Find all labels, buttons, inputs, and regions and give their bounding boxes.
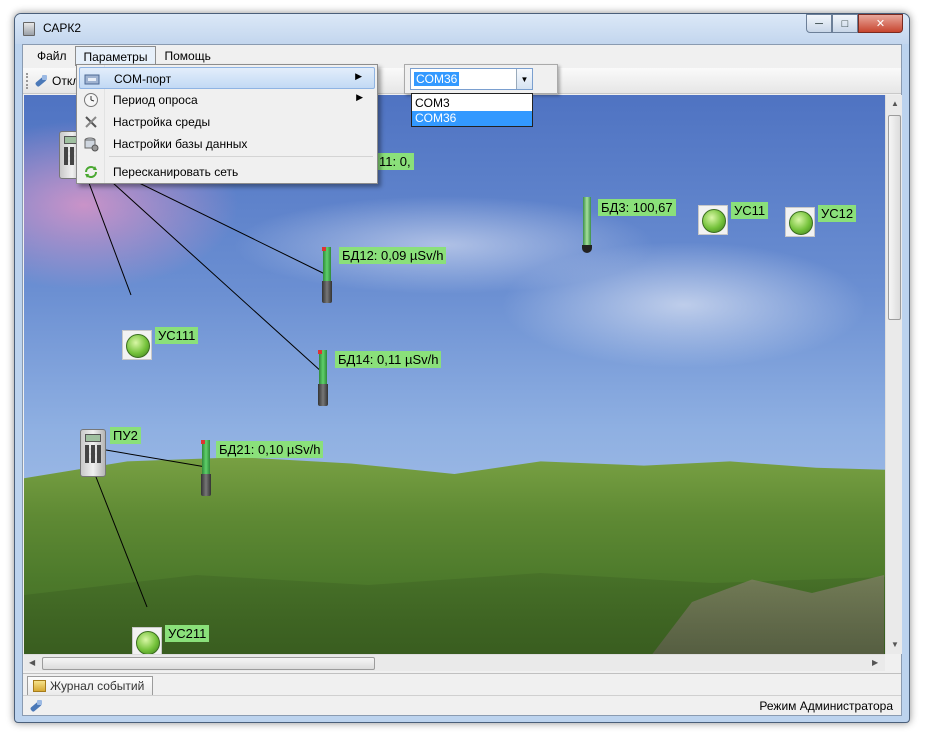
menu-item-environment-label: Настройка среды	[113, 115, 211, 129]
menu-parameters[interactable]: Параметры	[74, 46, 157, 66]
journal-icon	[33, 680, 46, 692]
label-us111: УС111	[155, 327, 199, 344]
com-port-option[interactable]: COM3	[412, 96, 532, 111]
link-pu2-us211	[95, 476, 148, 608]
label-pu2: ПУ2	[110, 427, 141, 444]
chevron-down-icon[interactable]: ▼	[516, 69, 532, 89]
close-button[interactable]: ✕	[858, 14, 903, 33]
link-pu1-bd14	[81, 154, 324, 374]
sensor-body	[583, 197, 591, 245]
minimize-button[interactable]: ─	[806, 14, 832, 33]
com-port-list: COM3 COM36	[411, 93, 533, 127]
scroll-up-arrow-icon[interactable]: ▲	[891, 99, 899, 108]
sensor-cap	[322, 247, 326, 251]
status-bar: Режим Администратора	[23, 695, 901, 715]
toolbar-grip[interactable]	[26, 73, 29, 89]
menu-item-environment[interactable]: Настройка среды	[79, 111, 375, 133]
label-us211: УС211	[165, 625, 210, 642]
sensor-body	[323, 247, 331, 281]
menu-item-database-label: Настройки базы данных	[113, 137, 248, 151]
bottom-tab-strip: Журнал событий	[23, 673, 901, 696]
app-icon	[23, 22, 35, 36]
menu-item-database[interactable]: Настройки базы данных	[79, 133, 375, 155]
horizontal-scroll-thumb[interactable]	[42, 657, 375, 670]
com-port-combobox[interactable]: COM36 ▼	[410, 68, 533, 90]
sensor-bd14[interactable]	[318, 350, 328, 406]
sensor-cap	[318, 350, 322, 354]
unit-disc	[126, 334, 150, 358]
unit-disc	[702, 209, 726, 233]
scroll-down-arrow-icon[interactable]: ▼	[891, 640, 899, 649]
horizontal-scrollbar[interactable]: ◀ ▶	[24, 654, 885, 671]
label-us12: УС12	[818, 205, 857, 222]
submenu-arrow-icon: ▶	[356, 92, 363, 102]
database-settings-icon	[83, 136, 99, 152]
connection-status-icon	[28, 698, 44, 714]
console-screen	[85, 434, 101, 442]
window-title: САРК2	[43, 21, 82, 35]
sensor-bd12[interactable]	[322, 247, 332, 303]
menu-item-poll-period[interactable]: Период опроса ▶	[79, 89, 375, 111]
plug-icon	[33, 73, 49, 89]
vertical-scroll-thumb[interactable]	[888, 115, 901, 320]
menu-separator	[109, 156, 373, 157]
console-keypad	[85, 445, 101, 463]
vertical-scrollbar[interactable]: ▲ ▼	[885, 95, 902, 654]
unit-us111-icon[interactable]	[122, 330, 152, 360]
com-port-selected-value: COM36	[414, 72, 460, 86]
parameters-menu: COM-порт ▶ Период опроса ▶ Настройка сре…	[76, 64, 378, 184]
disconnect-button[interactable]: Откл	[33, 72, 79, 90]
com-port-icon	[84, 71, 100, 87]
sensor-cap	[201, 440, 205, 444]
label-bd11-partial: 11: 0,	[376, 153, 414, 170]
tab-event-log[interactable]: Журнал событий	[27, 676, 154, 696]
sensor-bd21[interactable]	[201, 440, 211, 496]
unit-us211-icon[interactable]	[132, 627, 162, 654]
label-bd3: БД3: 100,67	[598, 199, 676, 216]
tab-event-log-label: Журнал событий	[50, 679, 145, 693]
label-bd21: БД21: 0,10 µSv/h	[216, 441, 324, 458]
console-pu2-icon[interactable]	[80, 429, 106, 477]
title-bar[interactable]: САРК2 ─ □ ✕	[15, 14, 909, 44]
scroll-left-arrow-icon[interactable]: ◀	[29, 658, 35, 667]
sensor-body	[319, 350, 327, 384]
maximize-button[interactable]: □	[832, 14, 858, 33]
menu-file[interactable]: Файл	[29, 46, 75, 66]
window-controls: ─ □ ✕	[806, 14, 903, 34]
unit-disc	[136, 631, 160, 654]
refresh-icon	[83, 164, 99, 180]
submenu-arrow-icon: ▶	[355, 71, 362, 81]
sensor-base	[201, 474, 211, 496]
sensor-base	[582, 245, 592, 253]
label-us11: УС11	[731, 202, 769, 219]
sensor-body	[202, 440, 210, 474]
menu-item-rescan-label: Пересканировать сеть	[113, 165, 239, 179]
clock-icon	[83, 92, 99, 108]
com-port-option-selected[interactable]: COM36	[412, 111, 532, 126]
sensor-bd3[interactable]	[582, 197, 592, 253]
unit-us12-icon[interactable]	[785, 207, 815, 237]
sensor-base	[322, 281, 332, 303]
menu-item-com-port[interactable]: COM-порт ▶	[79, 67, 375, 89]
label-bd14: БД14: 0,11 µSv/h	[335, 351, 442, 368]
menu-item-com-port-label: COM-порт	[114, 72, 172, 86]
menu-item-rescan[interactable]: Пересканировать сеть	[79, 161, 375, 183]
menu-help[interactable]: Помощь	[156, 46, 218, 66]
sensor-base	[318, 384, 328, 406]
label-bd12: БД12: 0,09 µSv/h	[339, 247, 447, 264]
unit-us11-icon[interactable]	[698, 205, 728, 235]
status-mode-text: Режим Администратора	[759, 699, 893, 713]
tools-icon	[83, 114, 99, 130]
unit-disc	[789, 211, 813, 235]
menu-item-poll-period-label: Период опроса	[113, 93, 198, 107]
link-pu2-bd21	[105, 449, 207, 468]
scroll-right-arrow-icon[interactable]: ▶	[872, 658, 878, 667]
